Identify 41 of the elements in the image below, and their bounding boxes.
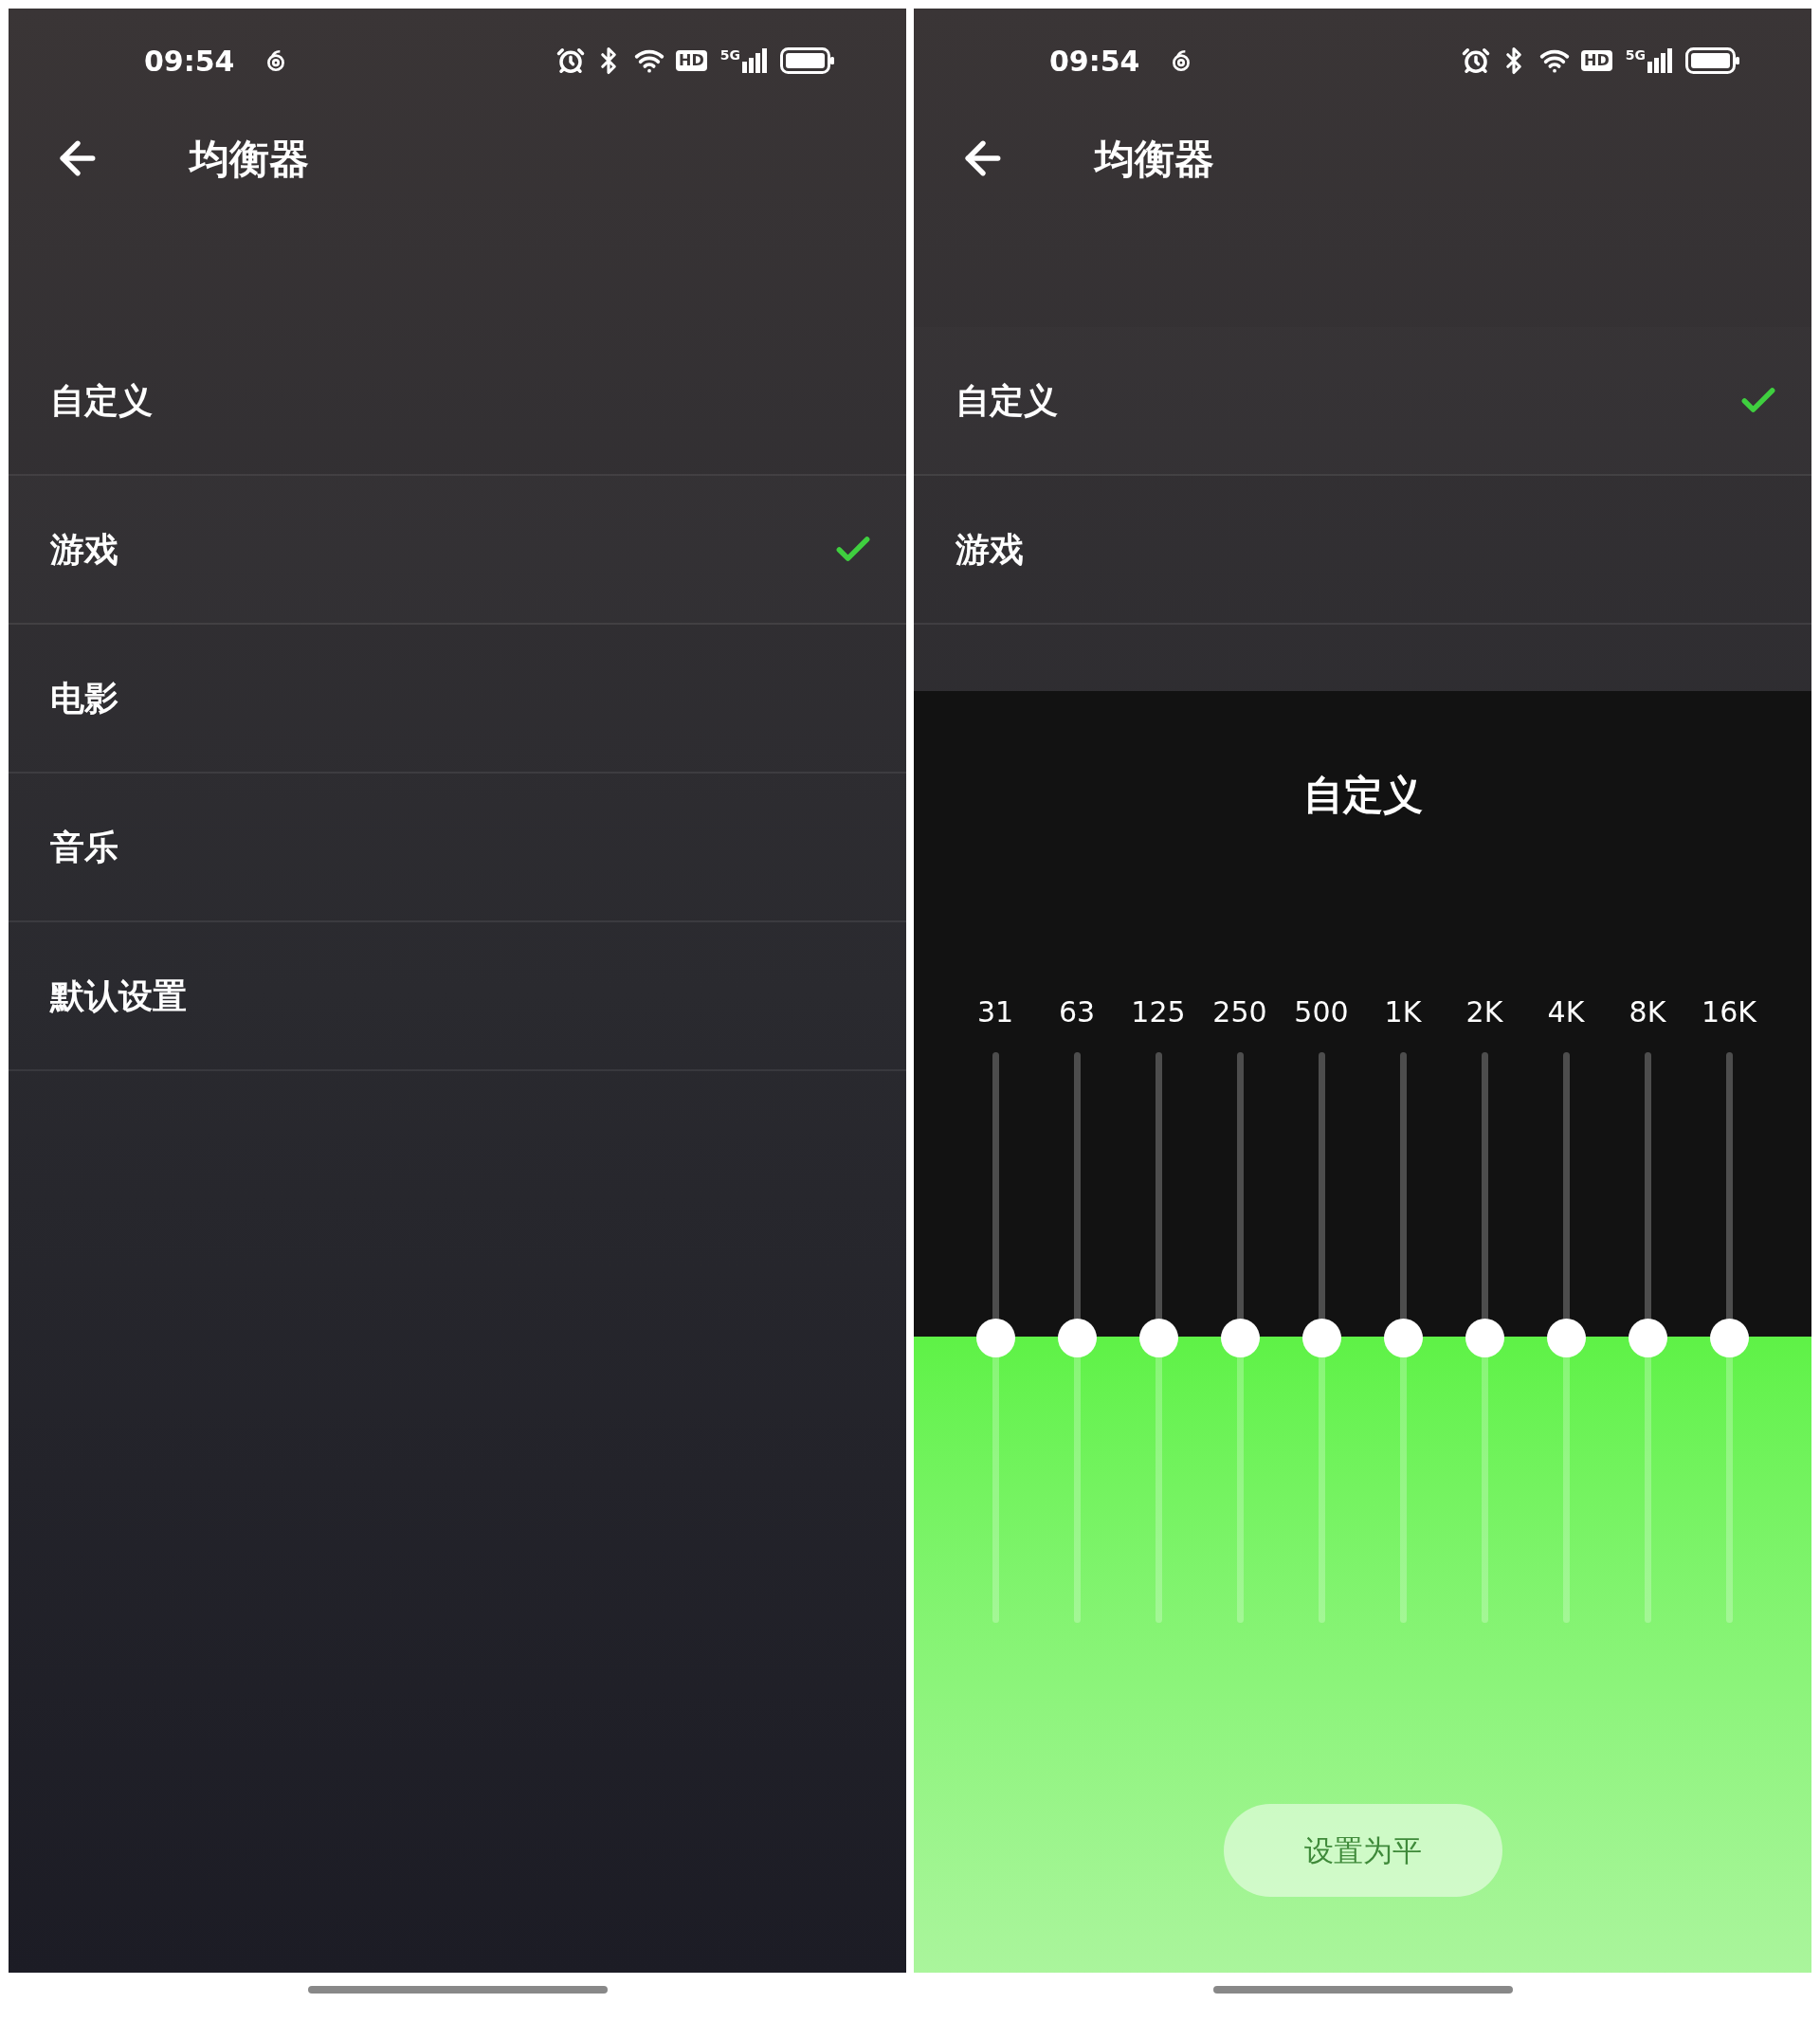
preset-item[interactable]: 音乐	[9, 774, 906, 922]
page-title: 均衡器	[190, 134, 309, 184]
sheet-title: 自定义	[1302, 770, 1423, 820]
preset-item[interactable]: 游戏	[914, 476, 1811, 625]
signal-icon	[742, 48, 767, 73]
slider-track[interactable]	[1318, 1052, 1325, 1623]
page-title: 均衡器	[1095, 134, 1214, 184]
band-label: 8K	[1629, 994, 1666, 1030]
battery-icon	[1685, 47, 1740, 74]
band-label: 1K	[1384, 994, 1422, 1030]
status-time: 09:54	[1049, 43, 1140, 80]
status-time: 09:54	[144, 43, 235, 80]
slider-track[interactable]	[1155, 1052, 1162, 1623]
slider-track[interactable]	[1725, 1052, 1733, 1623]
slider-track[interactable]	[1236, 1052, 1244, 1623]
network-label: 5G	[1625, 48, 1646, 62]
preset-item[interactable]: 默认设置	[9, 922, 906, 1071]
slider-track[interactable]	[1399, 1052, 1407, 1623]
band-label: 63	[1058, 994, 1096, 1030]
band-label: 31	[976, 994, 1014, 1030]
band-label: 2K	[1465, 994, 1503, 1030]
band-label: 4K	[1547, 994, 1585, 1030]
band-label: 16K	[1702, 994, 1756, 1030]
battery-icon	[780, 47, 835, 74]
hd-badge: HD	[676, 50, 707, 71]
band-label: 500	[1294, 994, 1349, 1030]
slider-track[interactable]	[992, 1052, 999, 1623]
preset-item[interactable]: 电影	[9, 625, 906, 774]
alarm-icon	[1462, 46, 1491, 75]
signal-icon	[1647, 48, 1672, 73]
hd-badge: HD	[1581, 50, 1612, 71]
slider-track[interactable]	[1481, 1052, 1488, 1623]
reset-flat-button[interactable]: 设置为平	[1223, 1804, 1502, 1897]
slider-track[interactable]	[1644, 1052, 1651, 1623]
network-label: 5G	[719, 48, 740, 62]
band-label: 250	[1212, 994, 1267, 1030]
alarm-icon	[556, 46, 586, 75]
slider-track[interactable]	[1073, 1052, 1081, 1623]
slider-track[interactable]	[1562, 1052, 1570, 1623]
preset-item[interactable]: 自定义	[9, 327, 906, 476]
band-label: 125	[1131, 994, 1186, 1030]
